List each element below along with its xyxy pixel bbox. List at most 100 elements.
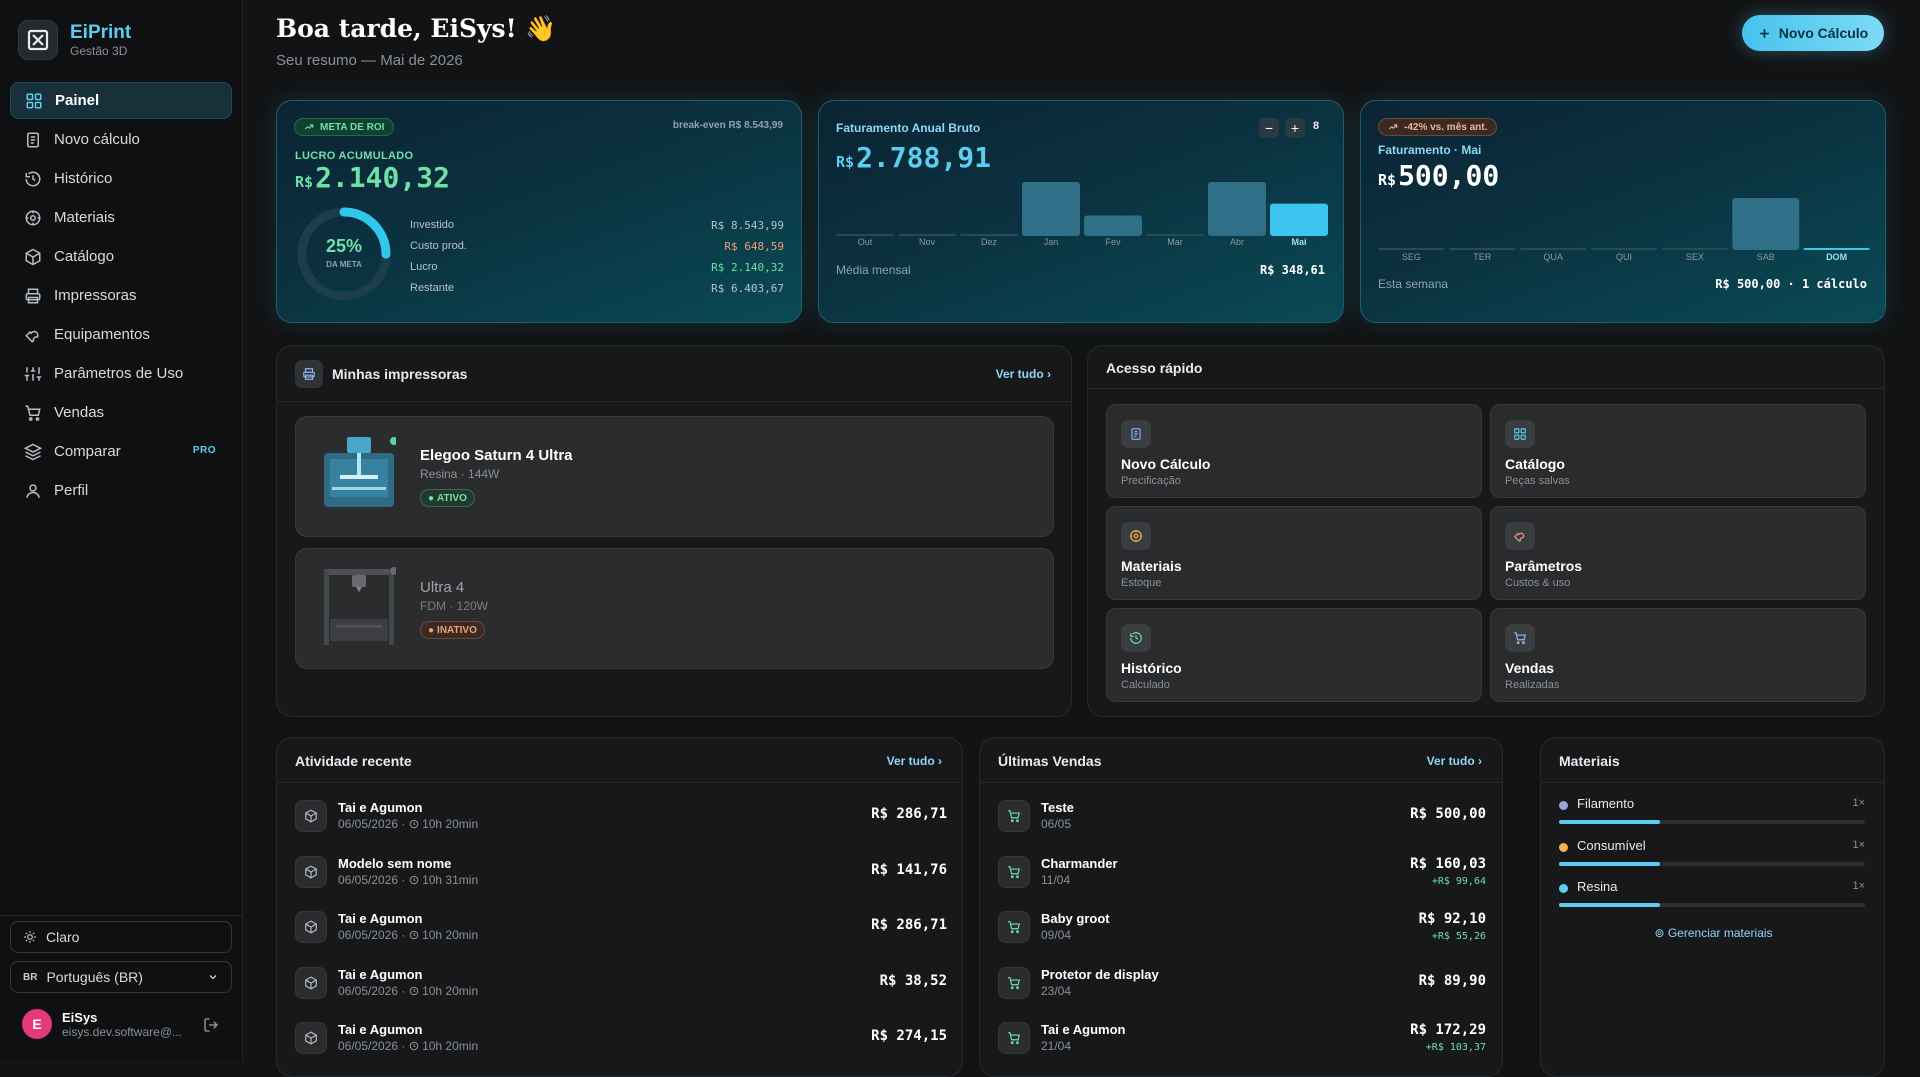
see-all-label: Ver tudo	[1426, 754, 1475, 768]
target-icon	[1121, 522, 1151, 550]
manage-materials-link[interactable]: ⊚ Gerenciar materiais	[1541, 926, 1886, 940]
chart-tick-label: SAB	[1756, 252, 1775, 262]
sale-row[interactable]: Protetor de display 23/04 R$ 89,90	[998, 959, 1486, 1007]
sale-row[interactable]: Tai e Agumon 21/04 R$ 172,29 +R$ 103,37	[998, 1014, 1486, 1062]
logout-icon[interactable]	[203, 1017, 219, 1033]
activity-name: Tai e Agumon	[338, 911, 423, 926]
annual-chart-axis: Out Nov Dez Jan Fev Mar Abr Mai	[836, 237, 1328, 249]
user-profile[interactable]: E EiSys eisys.dev.software@...	[22, 1009, 182, 1039]
sidebar-item-painel[interactable]: Painel	[10, 82, 232, 119]
material-name: Consumível	[1577, 837, 1646, 853]
chart-bar	[898, 234, 956, 236]
activity-meta: 06/05/2026 · 10h 20min	[338, 983, 479, 998]
sidebar-item-historico[interactable]: Histórico	[10, 160, 232, 197]
chart-tick-label: Out	[857, 237, 873, 247]
user-name: EiSys	[62, 1009, 98, 1025]
status-badge: ● INATIVO	[420, 621, 485, 639]
activity-row[interactable]: Modelo sem nome 06/05/2026 · 10h 31min R$ …	[295, 848, 947, 896]
target-icon	[25, 210, 41, 225]
printers-see-all-link[interactable]: Ver tudo ›	[996, 367, 1051, 381]
status-badge: ● ATIVO	[420, 489, 475, 507]
plus-icon	[1759, 28, 1769, 38]
activity-value: R$ 274,15	[871, 1028, 947, 1044]
activity-row[interactable]: Tai e Agumon 06/05/2026 · 10h 20min R$ 38,…	[295, 959, 947, 1007]
sidebar-item-vendas[interactable]: Vendas	[10, 394, 232, 431]
material-color-dot	[1559, 842, 1568, 852]
chart-tick-label: QUI	[1615, 252, 1632, 262]
activity-row[interactable]: Tai e Agumon 06/05/2026 · 10h 20min R$ 274…	[295, 1014, 947, 1062]
material-item[interactable]: Resina 1×	[1559, 879, 1865, 915]
new-calculation-button[interactable]: Novo Cálculo	[1742, 15, 1884, 51]
annual-title: Faturamento Anual Bruto	[836, 121, 981, 135]
theme-toggle[interactable]: Claro	[10, 921, 232, 953]
printer-item[interactable]: Ultra 4 FDM · 120W ● INATIVO	[295, 548, 1054, 669]
activity-title: Atividade recente	[295, 753, 412, 769]
sales-title: Últimas Vendas	[998, 753, 1102, 769]
language-select[interactable]: BR Português (BR)	[10, 961, 232, 993]
quick-catalogo[interactable]: Catálogo Peças salvas	[1490, 404, 1866, 498]
sale-row[interactable]: Teste 06/05 R$ 500,00	[998, 792, 1486, 840]
avg-value: R$ 348,61	[1259, 263, 1325, 277]
decrease-button[interactable]: −	[1259, 118, 1279, 138]
material-item[interactable]: Filamento 1×	[1559, 796, 1865, 832]
sidebar-item-materiais[interactable]: Materiais	[10, 199, 232, 236]
activity-date: 06/05/2026	[338, 983, 399, 998]
material-item[interactable]: Consumível 1×	[1559, 838, 1865, 874]
quick-sub: Custos & uso	[1505, 577, 1571, 589]
activity-row[interactable]: Tai e Agumon 06/05/2026 · 10h 20min R$ 286…	[295, 792, 947, 840]
printer-item[interactable]: Elegoo Saturn 4 Ultra Resina · 144W ● AT…	[295, 416, 1054, 537]
sale-row[interactable]: Charmander 11/04 R$ 160,03 +R$ 99,64	[998, 848, 1486, 896]
sidebar: EiPrint Gestão 3D Painel Novo cálculo Hi…	[0, 0, 243, 1061]
stat-value: R$ 2.140,32	[711, 261, 784, 274]
quick-access-title: Acesso rápido	[1106, 360, 1203, 376]
sliders-icon	[24, 366, 42, 381]
sale-row[interactable]: Baby groot 09/04 R$ 92,10 +R$ 55,26	[998, 903, 1486, 951]
annual-amount: 2.788,91	[856, 141, 991, 174]
material-color-dot	[1559, 884, 1568, 893]
status-label: ATIVO	[437, 492, 467, 504]
cart-icon	[998, 911, 1030, 943]
activity-date: 06/05/2026	[338, 817, 399, 831]
brand[interactable]: EiPrint Gestão 3D	[18, 20, 131, 60]
sidebar-item-perfil[interactable]: Perfil	[10, 472, 232, 509]
annual-currency: R$	[836, 153, 855, 171]
material-count: 1×	[1852, 797, 1865, 809]
increase-button[interactable]: +	[1285, 118, 1305, 138]
chart-bar	[1448, 248, 1516, 250]
activity-row[interactable]: Tai e Agumon 06/05/2026 · 10h 20min R$ 286…	[295, 903, 947, 951]
chart-tick-label: Nov	[918, 237, 935, 247]
quick-historico[interactable]: Histórico Calculado	[1106, 608, 1482, 702]
monthly-currency: R$	[1378, 171, 1397, 189]
monthly-revenue-card: -42% vs. mês ant. Faturamento · Mai R$50…	[1360, 100, 1886, 323]
sidebar-item-catalogo[interactable]: Catálogo	[10, 238, 232, 275]
chart-tick-label: SEX	[1685, 252, 1704, 262]
sidebar-item-impressoras[interactable]: Impressoras	[10, 277, 232, 314]
quick-parametros[interactable]: Parâmetros Custos & uso	[1490, 506, 1866, 600]
stat-label: Investido	[410, 219, 455, 231]
sidebar-item-novo-calculo[interactable]: Novo cálculo	[10, 121, 232, 158]
sidebar-item-comparar[interactable]: Comparar PRO	[10, 433, 232, 470]
history-icon	[25, 171, 41, 186]
cube-icon	[295, 1022, 327, 1054]
theme-label: Claro	[46, 929, 80, 945]
roi-value: R$2.140,32	[295, 161, 450, 194]
quick-materiais[interactable]: Materiais Estoque	[1106, 506, 1482, 600]
sales-see-all-link[interactable]: Ver tudo ›	[1427, 754, 1482, 768]
sidebar-divider	[0, 915, 243, 916]
sidebar-item-label: Vendas	[54, 404, 105, 421]
see-all-label: Ver tudo	[995, 367, 1044, 381]
printer-icon	[25, 288, 41, 303]
material-progress-fill	[1559, 903, 1660, 907]
activity-see-all-link[interactable]: Ver tudo ›	[887, 754, 942, 768]
chart-tick-label: Dez	[980, 237, 997, 247]
annual-value: R$2.788,91	[836, 141, 991, 174]
chart-tick-label: DOM	[1826, 252, 1848, 262]
clock-icon	[409, 873, 419, 887]
sidebar-item-equipamentos[interactable]: Equipamentos	[10, 316, 232, 353]
printer-name: Elegoo Saturn 4 Ultra	[420, 447, 573, 464]
grid-icon	[26, 93, 42, 108]
cart-icon	[998, 855, 1030, 888]
sidebar-item-parametros-de-uso[interactable]: Parâmetros de Uso	[10, 355, 232, 392]
quick-novo-calculo[interactable]: Novo Cálculo Precificação	[1106, 404, 1482, 498]
quick-vendas[interactable]: Vendas Realizadas	[1490, 608, 1866, 702]
